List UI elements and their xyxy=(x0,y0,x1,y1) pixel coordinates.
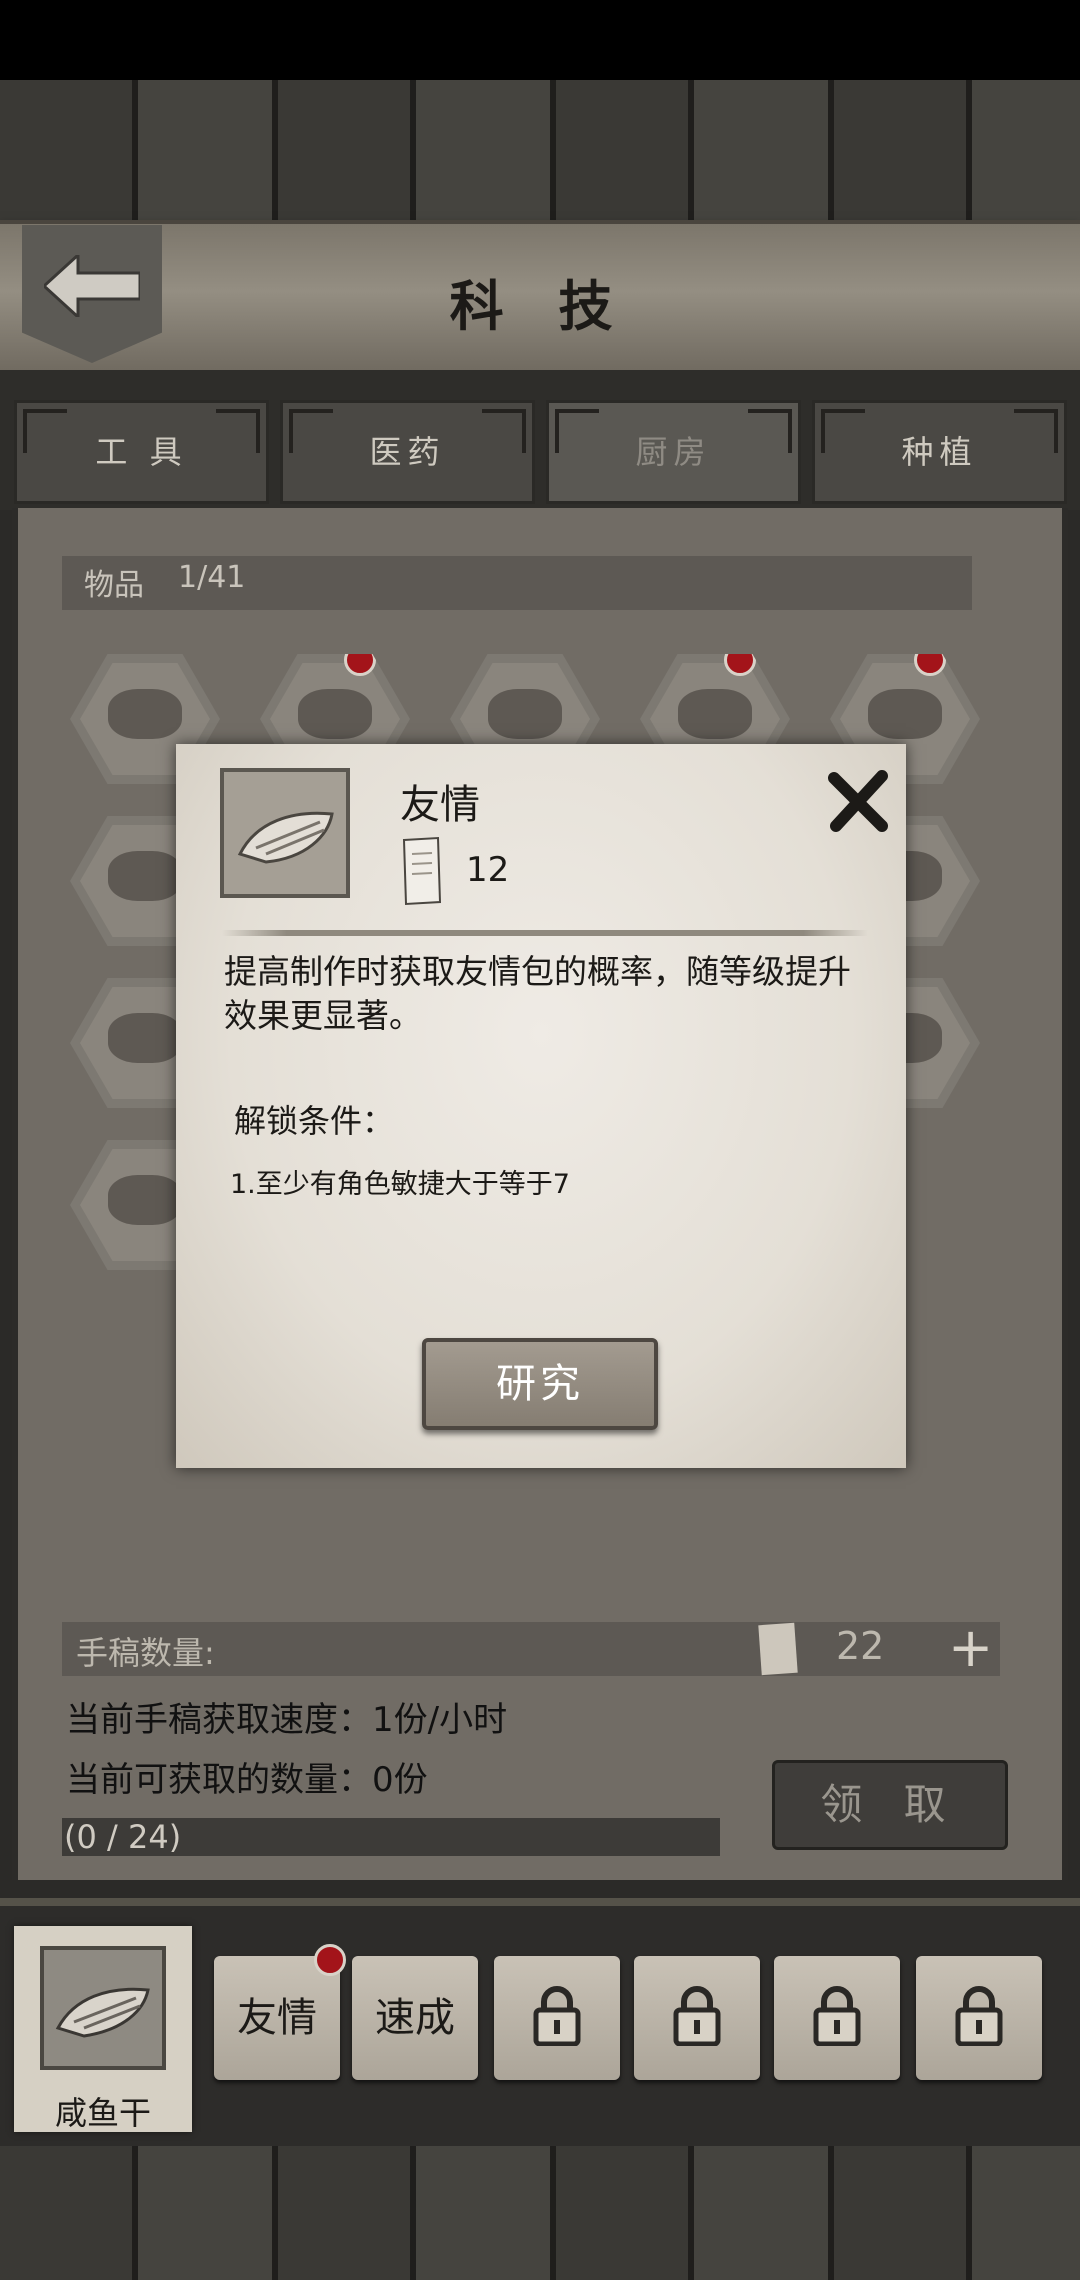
food-icon xyxy=(868,689,942,739)
skill-quick[interactable]: 速成 xyxy=(352,1956,478,2080)
food-icon xyxy=(298,689,372,739)
food-icon xyxy=(678,689,752,739)
skill-friendship[interactable]: 友情 xyxy=(214,1944,346,2080)
tab-tools[interactable]: 工 具 xyxy=(14,400,269,504)
manuscript-count: 22 xyxy=(836,1624,885,1668)
wood-background xyxy=(0,2146,1080,2280)
close-icon[interactable] xyxy=(824,766,894,836)
wood-background xyxy=(0,80,1080,220)
lock-icon xyxy=(955,1986,1003,2046)
skill-locked[interactable] xyxy=(494,1956,620,2080)
unlock-condition: 1.至少有角色敏捷大于等于7 xyxy=(230,1169,570,1200)
selected-item-name: 咸鱼干 xyxy=(54,2094,151,2132)
tab-kitchen[interactable]: 厨房 xyxy=(546,400,801,504)
dialog-title: 友情 xyxy=(400,782,480,828)
page-title: 科 技 xyxy=(449,274,631,338)
divider xyxy=(222,930,868,936)
skill-description: 提高制作时获取友情包的概率，随等级提升效果更显著。 xyxy=(224,952,851,1035)
add-manuscript-button[interactable]: + xyxy=(948,1618,993,1678)
manuscript-icon xyxy=(402,836,442,906)
food-icon xyxy=(108,851,182,901)
manuscript-icon xyxy=(758,1622,798,1676)
notification-badge xyxy=(314,1944,346,1976)
skill-locked[interactable] xyxy=(774,1956,900,2080)
lock-icon xyxy=(673,1986,721,2046)
skill-locked[interactable] xyxy=(634,1956,760,2080)
items-count: 1/41 xyxy=(178,560,246,595)
food-icon xyxy=(108,1013,182,1063)
unlock-conditions-title: 解锁条件： xyxy=(234,1102,395,1140)
skill-label: 友情 xyxy=(237,1995,317,2041)
lock-icon xyxy=(533,1986,581,2046)
research-button[interactable]: 研究 xyxy=(422,1338,658,1430)
collect-button[interactable]: 领 取 xyxy=(772,1760,1008,1850)
food-icon xyxy=(108,689,182,739)
skill-label: 速成 xyxy=(375,1995,455,2041)
progress-text: (0 / 24) xyxy=(64,1818,182,1856)
food-icon xyxy=(488,689,562,739)
status-bar xyxy=(0,0,1080,80)
tab-planting[interactable]: 种植 xyxy=(812,400,1067,504)
tab-label: 种植 xyxy=(901,433,978,471)
tab-label: 厨房 xyxy=(635,433,712,471)
manuscript-label: 手稿数量: xyxy=(76,1634,215,1672)
dried-fish-icon xyxy=(220,768,350,898)
research-cost: 12 xyxy=(466,850,510,890)
tab-medicine[interactable]: 医药 xyxy=(280,400,535,504)
skill-locked[interactable] xyxy=(916,1956,1042,2080)
dried-fish-icon xyxy=(40,1946,166,2070)
lock-icon xyxy=(813,1986,861,2046)
food-icon xyxy=(108,1175,182,1225)
items-label: 物品 xyxy=(84,568,144,603)
tab-label: 医药 xyxy=(369,433,446,471)
manuscript-available: 当前可获取的数量：0份 xyxy=(66,1760,428,1800)
tab-label: 工 具 xyxy=(95,433,188,471)
manuscript-speed: 当前手稿获取速度：1份/小时 xyxy=(66,1700,508,1740)
